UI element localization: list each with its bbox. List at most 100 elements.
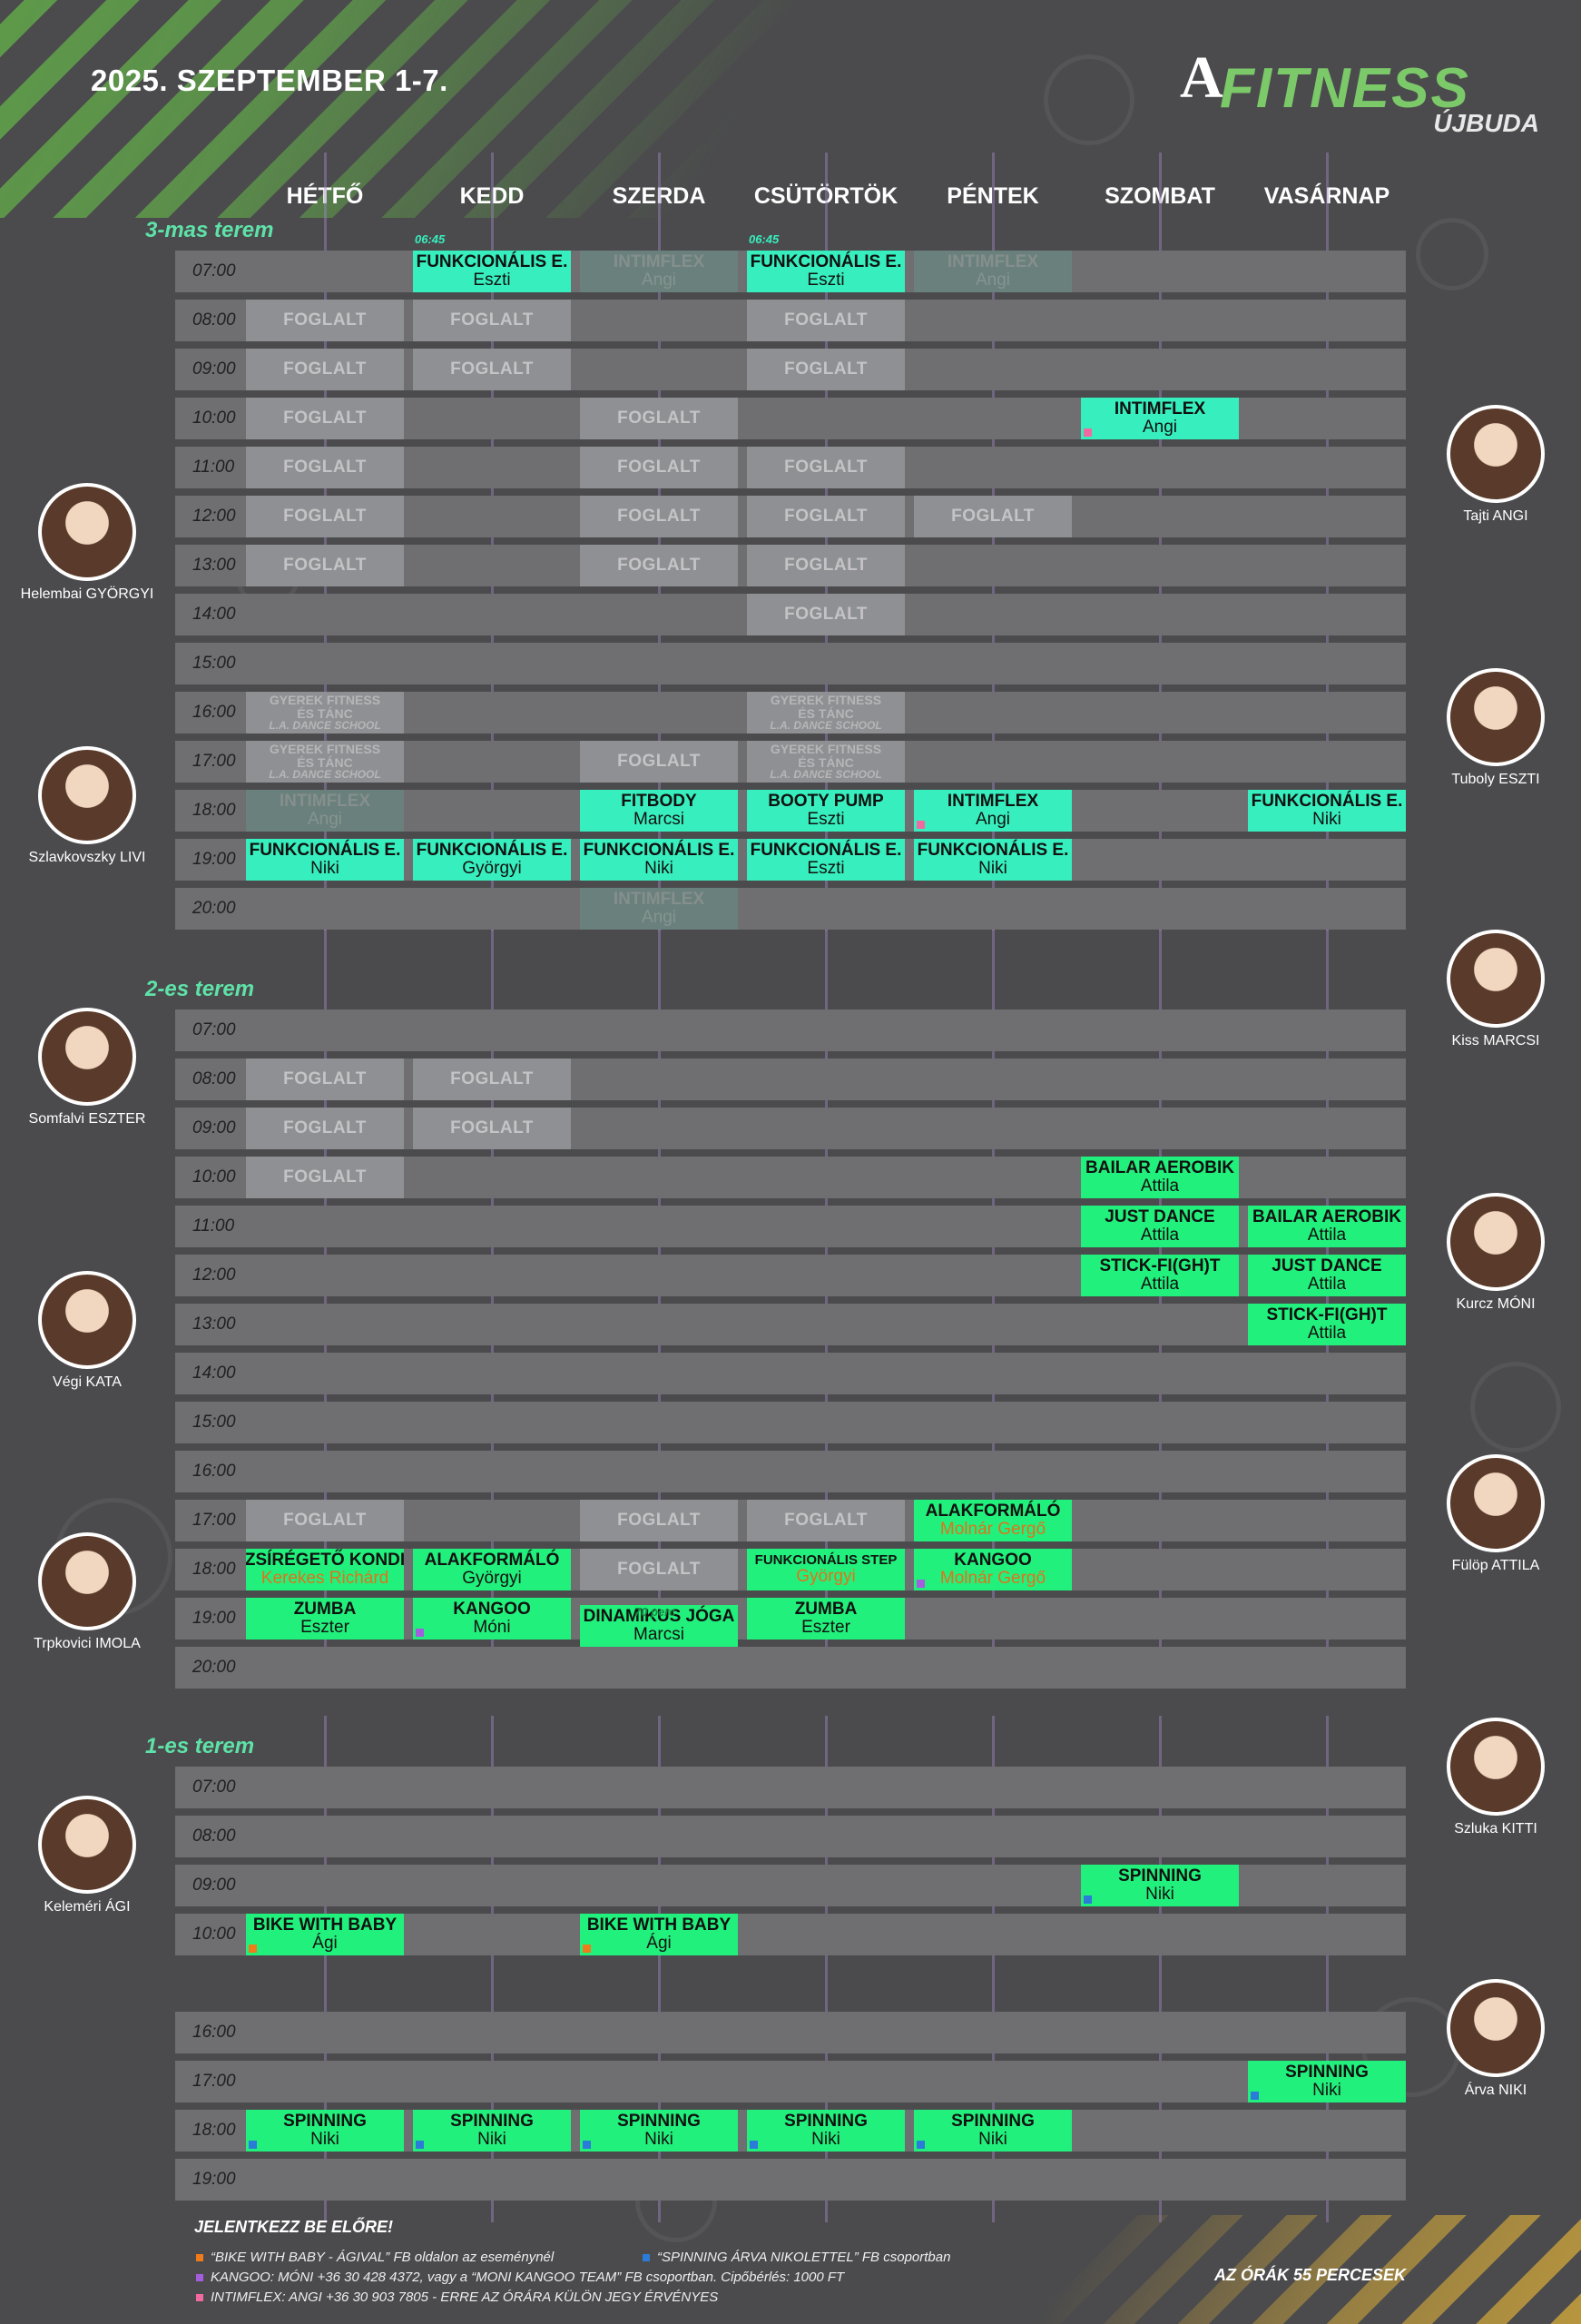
class-slot[interactable]: FUNKCIONÁLIS E. Eszti [747,251,905,292]
class-name: FOGLALT [283,409,367,428]
class-slot[interactable]: FUNKCIONÁLIS E. Niki [580,839,738,881]
class-instructor: Angi [641,271,677,290]
reserved-slot: FOGLALT [413,349,571,390]
class-slot[interactable]: ZUMBA Eszter [747,1598,905,1640]
class-slot[interactable]: FUNKCIONÁLIS E. Györgyi [413,839,571,881]
class-slot[interactable]: SPINNING Niki [246,2110,404,2152]
trainer-kurcz-moni: Kurcz MÓNI [1414,1193,1577,1313]
reserved-slot: FOGLALT [580,1500,738,1541]
reserved-slot: FOGLALT [246,1108,404,1149]
trainer-avatar [38,1532,136,1630]
reserved-slot: FOGLALT [747,300,905,341]
class-name: FOGLALT [617,458,701,478]
class-slot[interactable]: SPINNING Niki [914,2110,1072,2152]
class-slot[interactable]: BAILAR AEROBIK Attila [1248,1206,1406,1247]
timeslot-row [175,1304,1406,1345]
time-label: 16:00 [192,1462,236,1481]
class-organizer: L.A. DANCE SCHOOL [770,719,882,733]
class-name: FOGLALT [450,1069,534,1089]
reserved-slot: FOGLALT [413,1108,571,1149]
cancelled-class: INTIMFLEX Angi [246,790,404,832]
class-slot[interactable]: JUST DANCE Attila [1248,1255,1406,1296]
class-name: FOGLALT [283,507,367,527]
class-slot[interactable]: JUST DANCE Attila [1081,1206,1239,1247]
external-class: GYEREK FITNESS ÉS TÁNC L.A. DANCE SCHOOL [747,692,905,734]
orange-marker-icon [249,1945,257,1953]
class-slot[interactable]: ALAKFORMÁLÓ Molnár Gergő [914,1500,1072,1541]
class-slot[interactable]: SPINNING Niki [747,2110,905,2152]
class-slot[interactable]: FUNKCIONÁLIS E. Niki [1248,790,1406,832]
class-name: FOGLALT [784,605,868,625]
reserved-slot: FOGLALT [747,594,905,635]
class-instructor: Niki [1312,2081,1341,2100]
class-duration-note: AZ ÓRÁK 55 PERCESEK [1214,2266,1407,2284]
class-instructor: Niki [1312,810,1341,829]
class-slot[interactable]: BAILAR AEROBIK Attila [1081,1157,1239,1198]
class-name: BIKE WITH BABY [586,1915,732,1935]
class-instructor: Niki [978,859,1007,878]
class-name: JUST DANCE [1105,1207,1215,1227]
class-slot[interactable]: BIKE WITH BABY Ági [246,1914,404,1955]
class-slot[interactable]: ZUMBA Eszter [246,1598,404,1640]
class-name: FOGLALT [784,458,868,478]
class-slot[interactable]: ALAKFORMÁLÓ Györgyi [413,1549,571,1590]
time-label: 11:00 [192,1216,235,1236]
trainer-avatar [38,1271,136,1369]
trainer-helembai-gyorgyi: Helembai GYÖRGYI [5,483,169,603]
reserved-slot: FOGLALT [246,1157,404,1198]
class-name: BAILAR AEROBIK [1085,1158,1234,1178]
class-name: ZSÍRÉGETŐ KONDI [246,1551,404,1571]
class-name: FOGLALT [450,359,534,379]
class-slot[interactable]: BOOTY PUMP Eszti [747,790,905,832]
class-name: FUNKCIONÁLIS E. [249,841,401,861]
class-slot[interactable]: FUNKCIONÁLIS E. Niki [914,839,1072,881]
footer-note-intimflex: INTIMFLEX: ANGI +36 30 903 7805 - ERRE A… [196,2290,718,2305]
time-label: 18:00 [192,1560,236,1579]
class-slot[interactable]: SPINNING Niki [1081,1865,1239,1906]
class-name: INTIMFLEX [947,792,1039,812]
class-instructor: Attila [1307,1226,1347,1245]
class-name: FOGLALT [283,1069,367,1089]
class-slot[interactable]: SPINNING Niki [580,2110,738,2152]
trainer-name: Szlavkovszky LIVI [28,850,146,865]
class-slot[interactable]: SPINNING Niki [413,2110,571,2152]
trainer-somfalvi-eszter: Somfalvi ESZTER [5,1008,169,1128]
class-name: FOGLALT [283,1511,367,1531]
blue-marker-icon [583,2141,591,2149]
class-slot[interactable]: FUNKCIONÁLIS STEP Györgyi [747,1549,905,1590]
footer-heading: JELENTKEZZ BE ELŐRE! [194,2218,394,2236]
class-name: FOGLALT [784,359,868,379]
class-instructor: Niki [644,859,673,878]
class-slot[interactable]: ZSÍRÉGETŐ KONDI Kerekes Richárd [246,1549,404,1590]
class-name: KANGOO [453,1600,531,1620]
reserved-slot: FOGLALT [580,545,738,586]
class-name: FOGLALT [283,1118,367,1138]
class-name: FOGLALT [617,1560,701,1580]
class-slot[interactable]: FUNKCIONÁLIS E. Niki [246,839,404,881]
class-instructor: Attila [1307,1275,1347,1294]
external-class: GYEREK FITNESS ÉS TÁNC L.A. DANCE SCHOOL [747,741,905,783]
time-label: 09:00 [192,1876,236,1895]
class-slot[interactable]: STICK-FI(GH)T Attila [1081,1255,1239,1296]
class-slot[interactable]: KANGOO Molnár Gergő [914,1549,1072,1590]
class-slot[interactable]: BIKE WITH BABY Ági [580,1914,738,1955]
class-instructor: Marcsi [633,1625,684,1644]
class-slot[interactable]: STICK-FI(GH)T Attila [1248,1304,1406,1345]
class-slot[interactable]: SPINNING Niki [1248,2061,1406,2102]
class-time-note: 06:45 [749,232,780,246]
class-slot[interactable]: KANGOO Móni [413,1598,571,1640]
class-slot[interactable]: FITBODY Marcsi [580,790,738,832]
class-slot[interactable]: INTIMFLEX Angi [914,790,1072,832]
class-name: STICK-FI(GH)T [1099,1256,1221,1276]
class-name: BIKE WITH BABY [252,1915,398,1935]
class-instructor: Eszti [807,859,845,878]
class-name: FUNKCIONÁLIS E. [416,841,568,861]
brand-logo: A FITNESS ÚJBUDA [1180,44,1543,143]
class-slot[interactable]: FUNKCIONÁLIS E. Eszti [413,251,571,292]
reserved-slot: FOGLALT [747,349,905,390]
class-organizer: L.A. DANCE SCHOOL [269,768,381,782]
class-slot[interactable]: FUNKCIONÁLIS E. Eszti [747,839,905,881]
time-label: 08:00 [192,1827,236,1846]
timeslot-row [175,1451,1406,1492]
class-slot[interactable]: INTIMFLEX Angi [1081,398,1239,439]
